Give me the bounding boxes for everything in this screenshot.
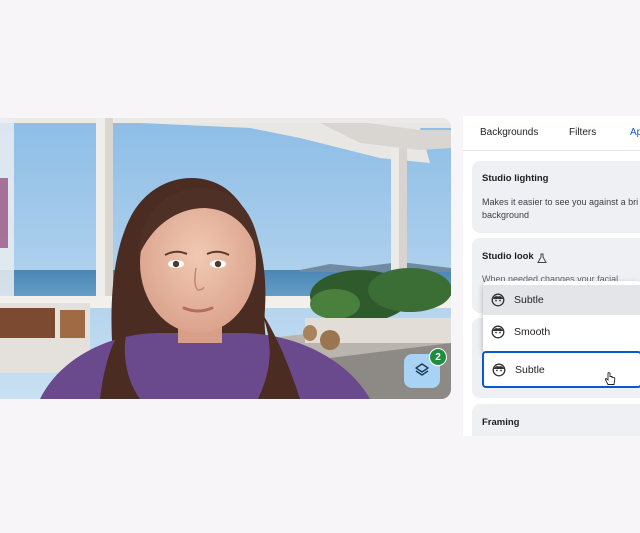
option-smooth[interactable]: Smooth [483,317,640,347]
effects-tabs: Backgrounds Filters Ap [463,116,640,151]
option-subtle[interactable]: Subtle [483,285,640,315]
selected-value: Subtle [515,363,545,376]
tab-filters[interactable]: Filters [569,127,596,138]
layers-icon [414,362,430,381]
option-smooth-label: Smooth [514,326,551,338]
video-preview [0,118,451,399]
framing-card[interactable]: Framing [472,404,640,436]
option-subtle-label: Subtle [514,294,544,306]
flask-icon [537,251,547,269]
studio-look-dropdown-menu: Subtle Smooth [483,281,640,354]
face-icon [491,293,505,307]
framing-title: Framing [482,417,520,428]
studio-look-title: Studio look [482,251,534,262]
studio-lighting-description: Makes it easier to see you against a bri… [482,197,639,220]
tab-appearance[interactable]: Ap [630,127,640,138]
tab-backgrounds[interactable]: Backgrounds [480,127,538,138]
studio-lighting-card[interactable]: Studio lighting Makes it easier to see y… [472,161,640,233]
effects-count-badge: 2 [429,348,447,366]
studio-lighting-title: Studio lighting [482,173,549,184]
face-icon [491,325,505,339]
face-icon [492,363,506,377]
hand-cursor-icon [604,372,616,391]
studio-look-select[interactable]: Subtle [482,351,640,388]
